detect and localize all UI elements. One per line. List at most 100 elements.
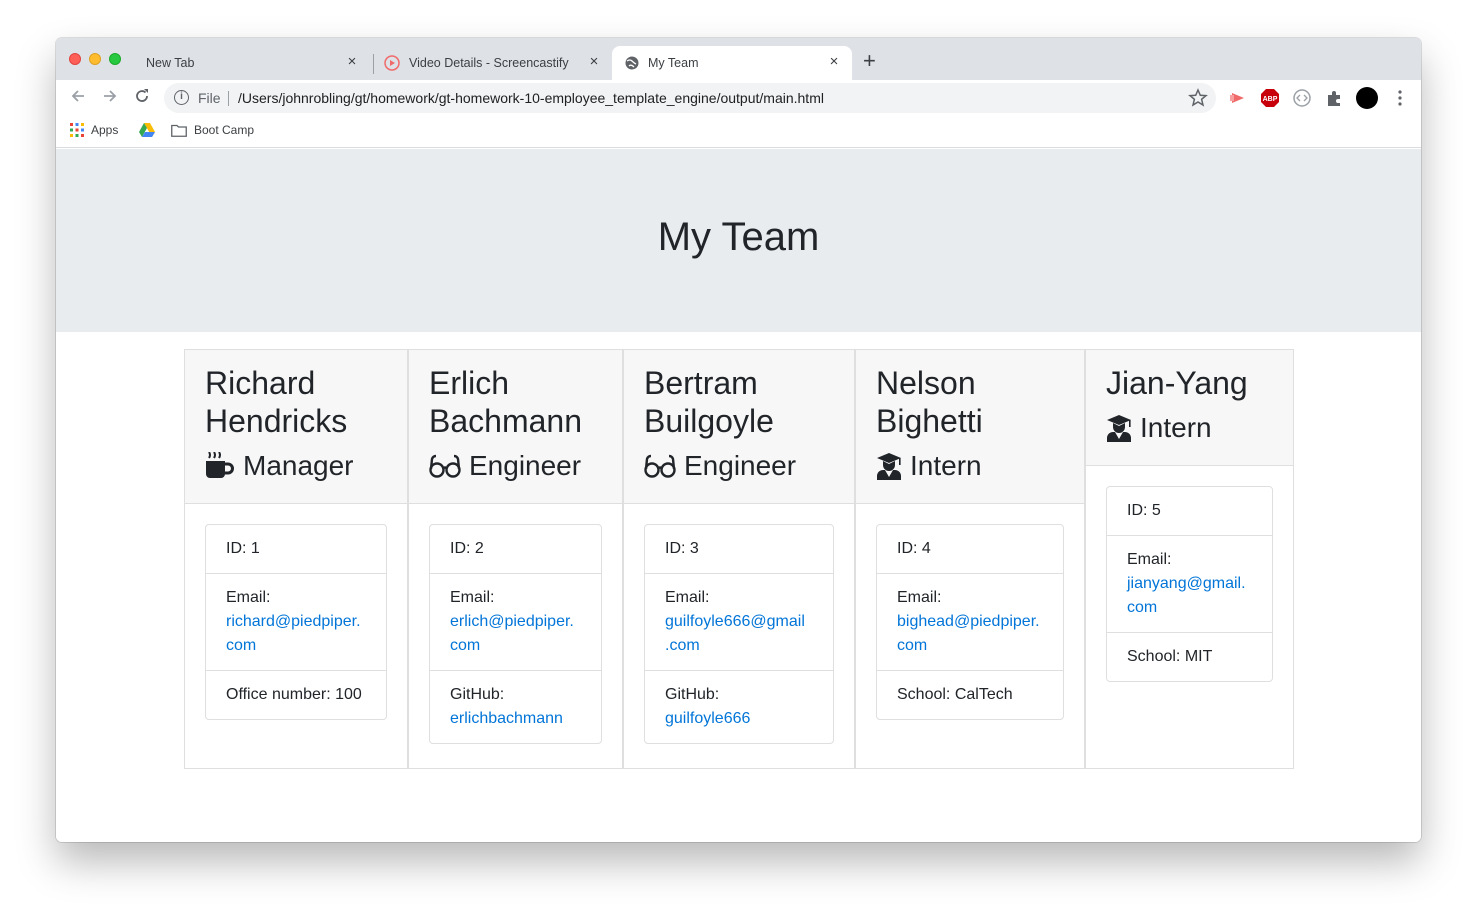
email-item: Email: bighead@piedpiper. com — [877, 574, 1063, 671]
email-text: com — [226, 637, 257, 654]
close-icon[interactable]: × — [586, 54, 602, 70]
browser-toolbar: i File /Users/johnrobling/gt/homework/gt… — [56, 80, 1421, 116]
email-text: com — [450, 637, 481, 654]
bookmark-google-drive[interactable] — [139, 123, 155, 137]
new-tab-button[interactable]: + — [863, 50, 876, 72]
email-text: bighead@piedpiper. — [897, 613, 1040, 630]
card-header: Nelson Bighetti Intern — [856, 350, 1084, 504]
bookmark-label: Boot Camp — [194, 123, 255, 137]
profile-avatar-icon[interactable] — [1355, 86, 1379, 110]
bookmark-boot-camp[interactable]: Boot Camp — [171, 123, 254, 137]
zoom-window-button[interactable] — [109, 53, 121, 65]
github-link[interactable]: erlichbachmann — [450, 710, 563, 727]
employee-name-line: Richard — [205, 365, 316, 401]
github-link[interactable]: guilfoyle666 — [665, 710, 750, 727]
id-item: ID: 1 — [206, 525, 386, 574]
id-item: ID: 2 — [430, 525, 601, 574]
employee-name: Richard Hendricks — [205, 364, 387, 440]
role-label: Engineer — [684, 450, 797, 481]
email-link[interactable]: bighead@piedpiper. com — [897, 613, 1040, 654]
tab-new-tab[interactable]: New Tab × — [134, 46, 370, 80]
reload-icon[interactable] — [132, 86, 152, 111]
employee-name-line: Hendricks — [205, 403, 348, 439]
close-icon[interactable]: × — [344, 54, 360, 70]
bookmark-star-icon[interactable] — [1188, 88, 1208, 108]
employee-role: Engineer — [429, 449, 602, 483]
address-bar[interactable]: i File /Users/johnrobling/gt/homework/gt… — [164, 83, 1216, 113]
info-list: ID: 3 Email: guilfoyle666@gmail .com GitH… — [644, 524, 834, 744]
tab-title: My Team — [648, 56, 699, 70]
employee-name-line: Builgoyle — [644, 403, 774, 439]
browser-window: New Tab × Video Details - Screencastify … — [56, 38, 1421, 842]
forward-arrow-icon[interactable] — [100, 86, 120, 111]
card-header: Richard Hendricks Manager — [185, 350, 407, 504]
jumbotron: My Team — [56, 149, 1421, 332]
id-item: ID: 5 — [1107, 487, 1272, 536]
google-drive-icon — [139, 123, 155, 137]
employee-name-line: Bighetti — [876, 403, 983, 439]
globe-icon — [625, 56, 639, 70]
page-title: My Team — [657, 215, 820, 259]
adblock-plus-icon[interactable]: ABP — [1260, 88, 1280, 108]
employee-name-line: Bachmann — [429, 403, 582, 439]
info-list: ID: 1 Email: richard@piedpiper. com Offic… — [205, 524, 387, 720]
employee-name-line: Jian-Yang — [1106, 365, 1248, 401]
code-extension-icon[interactable] — [1292, 88, 1312, 108]
employee-card: Richard Hendricks Manager ID: 1 Email: r… — [184, 349, 408, 769]
role-label: Intern — [910, 450, 982, 481]
tab-video-details[interactable]: Video Details - Screencastify × — [376, 46, 612, 80]
card-body: ID: 4 Email: bighead@piedpiper. com Schoo… — [856, 504, 1084, 740]
employee-role: Engineer — [644, 449, 834, 483]
bookmark-apps[interactable]: Apps — [70, 123, 118, 137]
back-arrow-icon[interactable] — [68, 86, 88, 111]
email-text: jianyang@gmail. — [1127, 575, 1246, 592]
github-item: GitHub: erlichbachmann — [430, 671, 601, 743]
folder-icon — [171, 124, 187, 137]
extensions-puzzle-icon[interactable] — [1324, 88, 1344, 108]
graduate-icon — [877, 453, 901, 480]
tab-title: New Tab — [146, 56, 195, 70]
employee-name-line: Erlich — [429, 365, 510, 401]
tab-separator — [373, 54, 374, 74]
close-icon[interactable]: × — [826, 54, 842, 70]
employee-name-line: Nelson — [876, 365, 976, 401]
employee-card: Jian-Yang Intern ID: 5 Email: jianyang@g… — [1085, 349, 1294, 769]
graduate-icon — [1107, 415, 1131, 442]
omnibox-divider — [228, 91, 229, 106]
minimize-window-button[interactable] — [89, 53, 101, 65]
employee-name: Nelson Bighetti — [876, 364, 1064, 440]
email-label: Email: — [665, 589, 710, 606]
employee-name: Erlich Bachmann — [429, 364, 602, 440]
email-item: Email: guilfoyle666@gmail .com — [645, 574, 833, 671]
email-text: erlich@piedpiper. — [450, 613, 574, 630]
role-label: Intern — [1140, 412, 1212, 443]
email-link[interactable]: jianyang@gmail. com — [1127, 575, 1246, 616]
card-body: ID: 2 Email: erlich@piedpiper. com GitHub… — [409, 504, 622, 764]
id-item: ID: 4 — [877, 525, 1063, 574]
id-item: ID: 3 — [645, 525, 833, 574]
close-window-button[interactable] — [69, 53, 81, 65]
employee-card: Bertram Builgoyle Engineer ID: 3 Email: … — [623, 349, 855, 769]
office-number-item: Office number: 100 — [226, 686, 362, 703]
employee-name: Bertram Builgoyle — [644, 364, 834, 440]
email-link[interactable]: guilfoyle666@gmail .com — [665, 613, 805, 654]
url-text[interactable]: /Users/johnrobling/gt/homework/gt-homewo… — [238, 90, 824, 106]
github-label: GitHub: — [665, 686, 720, 703]
more-menu-icon[interactable] — [1390, 88, 1410, 108]
scheme-label: File — [198, 90, 221, 106]
screencastify-icon[interactable] — [1228, 88, 1248, 108]
employee-role: Intern — [1106, 411, 1273, 445]
info-list: ID: 5 Email: jianyang@gmail. com School: … — [1106, 486, 1273, 682]
tab-my-team[interactable]: My Team × — [612, 46, 852, 80]
info-icon[interactable]: i — [174, 90, 189, 105]
email-link[interactable]: erlich@piedpiper. com — [450, 613, 574, 654]
card-header: Jian-Yang Intern — [1086, 350, 1293, 466]
role-label: Manager — [243, 450, 354, 481]
info-list: ID: 4 Email: bighead@piedpiper. com Schoo… — [876, 524, 1064, 720]
school-item: School: CalTech — [897, 686, 1013, 703]
info-list: ID: 2 Email: erlich@piedpiper. com GitHub… — [429, 524, 602, 744]
email-link[interactable]: richard@piedpiper. com — [226, 613, 361, 654]
card-body: ID: 5 Email: jianyang@gmail. com School: … — [1086, 466, 1293, 702]
email-label: Email: — [897, 589, 942, 606]
employee-role: Intern — [876, 449, 1064, 483]
